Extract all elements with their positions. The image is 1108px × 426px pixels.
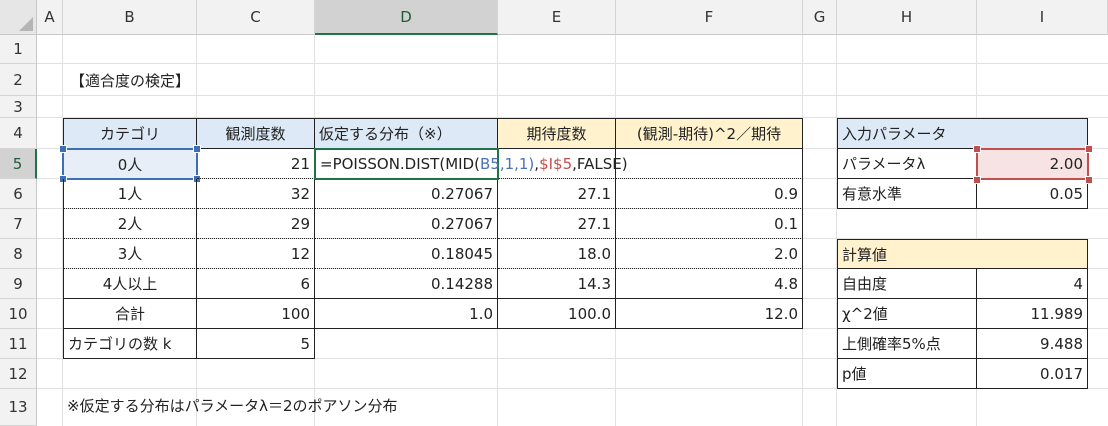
reference-handle[interactable]: [1085, 176, 1093, 184]
column-header-f[interactable]: F: [616, 0, 803, 35]
cell-i6-significance-value[interactable]: 0.05: [977, 179, 1088, 209]
cell-c5-observed[interactable]: 21: [197, 149, 315, 179]
row-header-4[interactable]: 4: [0, 118, 37, 149]
cell-f10-total-chi[interactable]: 12.0: [616, 299, 803, 329]
column-header-d[interactable]: D: [315, 0, 498, 35]
gridline: [37, 63, 1108, 64]
cell-c8-observed[interactable]: 12: [197, 239, 315, 269]
cell-b8-category[interactable]: 3人: [63, 239, 197, 269]
cell-f8-chi-term[interactable]: 2.0: [616, 239, 803, 269]
column-header-a[interactable]: A: [37, 0, 63, 35]
reference-handle[interactable]: [973, 176, 981, 184]
row-header-13[interactable]: 13: [0, 389, 37, 426]
cell-e6-expected[interactable]: 27.1: [498, 179, 616, 209]
cell-h9-dof-label[interactable]: 自由度: [837, 269, 977, 299]
formula-part: =POISSON.DIST(MID(: [320, 155, 480, 173]
cell-h11-critical-label[interactable]: 上側確率5%点: [837, 329, 977, 359]
cell-f5-chi-term[interactable]: [616, 149, 803, 179]
column-header-i[interactable]: I: [977, 0, 1108, 35]
row-header-6[interactable]: 6: [0, 179, 37, 209]
cell-b5-category[interactable]: 0人: [62, 148, 198, 180]
row-header-10[interactable]: 10: [0, 299, 37, 329]
selection-handle[interactable]: [59, 145, 67, 153]
spreadsheet[interactable]: A B C D E F G H I 1 2 3 4 5 6 7 8 9 10 1…: [0, 0, 1108, 426]
cell-c7-observed[interactable]: 29: [197, 209, 315, 239]
row-header-2[interactable]: 2: [0, 64, 37, 96]
cell-h12-pvalue-label[interactable]: p値: [837, 359, 977, 389]
cell-i12-pvalue-value[interactable]: 0.017: [977, 359, 1088, 389]
cell-e9-expected[interactable]: 14.3: [498, 269, 616, 299]
select-all-corner[interactable]: [0, 0, 37, 35]
cell-d10-total-distribution[interactable]: 1.0: [315, 299, 498, 329]
column-header-c[interactable]: C: [197, 0, 315, 35]
cell-i10-chi2-value[interactable]: 11.989: [977, 299, 1088, 329]
cell-b10-total-label[interactable]: 合計: [63, 299, 197, 329]
cell-d7-distribution[interactable]: 0.27067: [315, 209, 498, 239]
cell-d8-distribution[interactable]: 0.18045: [315, 239, 498, 269]
header-expected[interactable]: 期待度数: [498, 118, 616, 149]
header-category[interactable]: カテゴリ: [63, 118, 197, 149]
cell-b7-category[interactable]: 2人: [63, 209, 197, 239]
footnote: ※仮定する分布はパラメータλ＝2のポアソン分布: [67, 396, 398, 415]
cell-b6-category[interactable]: 1人: [63, 179, 197, 209]
column-header-h[interactable]: H: [837, 0, 977, 35]
cell-h10-chi2-label[interactable]: χ^2値: [837, 299, 977, 329]
cell-c6-observed[interactable]: 32: [197, 179, 315, 209]
header-observed[interactable]: 観測度数: [197, 118, 315, 149]
formula-part: ,1,1): [499, 155, 535, 173]
row-header-3[interactable]: 3: [0, 96, 37, 118]
cell-c9-observed[interactable]: 6: [197, 269, 315, 299]
cell-d6-distribution[interactable]: 0.27067: [315, 179, 498, 209]
column-header-e[interactable]: E: [498, 0, 616, 35]
gridline: [37, 95, 1108, 96]
column-header-g[interactable]: G: [803, 0, 837, 35]
cell-h6-significance-label[interactable]: 有意水準: [837, 179, 977, 209]
row-header-8[interactable]: 8: [0, 239, 37, 269]
column-header-b[interactable]: B: [63, 0, 197, 35]
cell-e8-expected[interactable]: 18.0: [498, 239, 616, 269]
row-header-7[interactable]: 7: [0, 209, 37, 239]
cell-e7-expected[interactable]: 27.1: [498, 209, 616, 239]
input-params-header[interactable]: 入力パラメータ: [837, 118, 1088, 149]
cell-h5-lambda-label[interactable]: パラメータλ: [837, 149, 977, 179]
cell-f7-chi-term[interactable]: 0.1: [616, 209, 803, 239]
cell-d9-distribution[interactable]: 0.14288: [315, 269, 498, 299]
cell-b11-k-label[interactable]: カテゴリの数 k: [63, 329, 197, 359]
cell-c10-total-observed[interactable]: 100: [197, 299, 315, 329]
row-header-12[interactable]: 12: [0, 359, 37, 389]
sheet-title: 【適合度の検定】: [70, 71, 191, 90]
cell-c11-k-value[interactable]: 5: [197, 329, 315, 359]
header-assumed-distribution[interactable]: 仮定する分布（※）: [315, 118, 498, 149]
reference-handle[interactable]: [973, 145, 981, 153]
row-header-11[interactable]: 11: [0, 329, 37, 359]
formula-ref-b5: B5: [479, 155, 500, 173]
row-header-5[interactable]: 5: [0, 149, 37, 179]
header-chi-term[interactable]: (観測-期待)^2／期待: [616, 118, 803, 149]
cell-f6-chi-term[interactable]: 0.9: [616, 179, 803, 209]
cell-e10-total-expected[interactable]: 100.0: [498, 299, 616, 329]
reference-handle[interactable]: [1085, 145, 1093, 153]
cell-b9-category[interactable]: 4人以上: [63, 269, 197, 299]
cell-i5-lambda-value[interactable]: 2.00: [976, 148, 1089, 180]
formula-part: ,FALSE): [572, 155, 628, 173]
formula-ref-i5: $I$5: [539, 155, 573, 173]
row-header-1[interactable]: 1: [0, 35, 37, 64]
cell-f9-chi-term[interactable]: 4.8: [616, 269, 803, 299]
select-all-triangle-icon: [19, 17, 33, 31]
cell-d5-formula-editing[interactable]: =POISSON.DIST(MID(B5,1,1), $I$5 ,FALSE): [314, 148, 628, 180]
calc-values-header[interactable]: 計算値: [837, 239, 1088, 269]
cell-i9-dof-value[interactable]: 4: [977, 269, 1088, 299]
cell-i11-critical-value[interactable]: 9.488: [977, 329, 1088, 359]
row-header-9[interactable]: 9: [0, 269, 37, 299]
